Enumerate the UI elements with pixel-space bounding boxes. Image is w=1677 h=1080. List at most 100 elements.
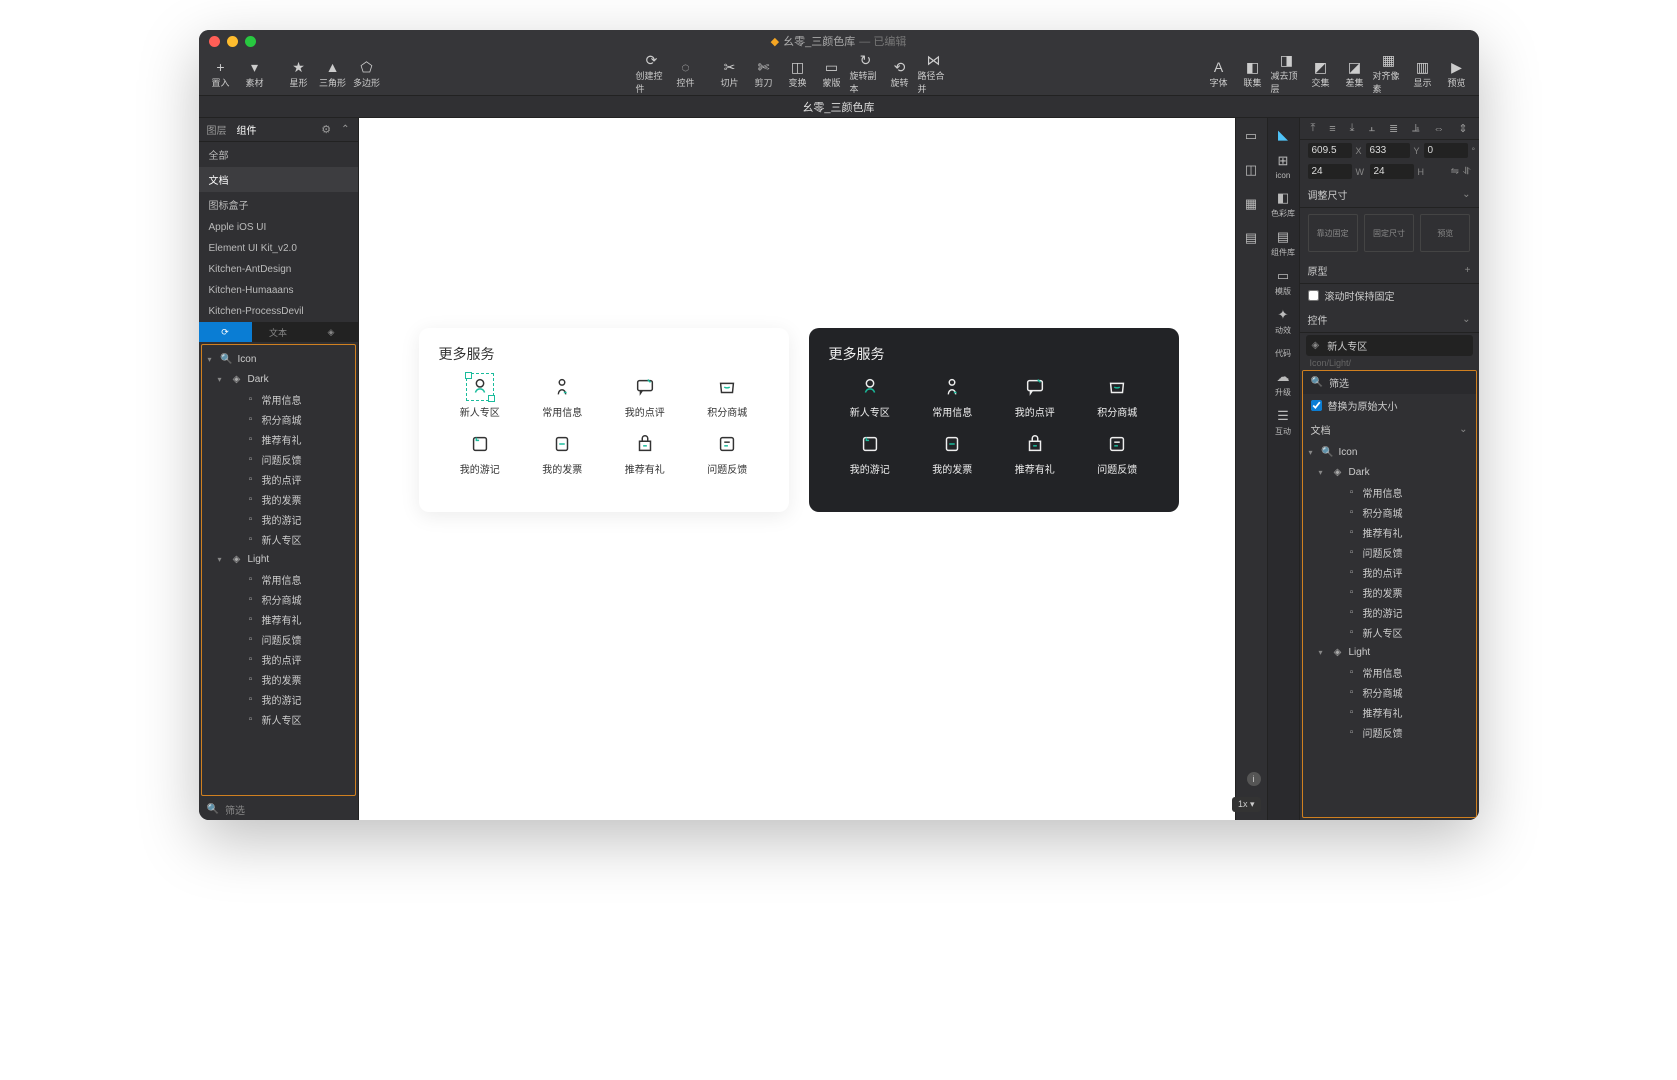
tree-row[interactable]: ▫问题反馈 (202, 629, 355, 649)
x-input[interactable] (1308, 143, 1352, 158)
service-新人专区[interactable]: 新人专区 (829, 376, 912, 419)
zoom-indicator[interactable]: 1x ▾ (1232, 797, 1261, 812)
doc-section[interactable]: 文档 ⌄ (1303, 417, 1476, 442)
service-常用信息[interactable]: 常用信息 (521, 376, 604, 419)
lib-item[interactable]: Element UI Kit_v2.0 (199, 238, 358, 259)
tree-row[interactable]: ▫新人专区 (202, 529, 355, 549)
service-积分商城[interactable]: 积分商城 (686, 376, 769, 419)
info-badge[interactable]: i (1247, 772, 1261, 786)
y-input[interactable] (1366, 143, 1410, 158)
distribute-v-icon[interactable]: ⇕ (1458, 122, 1467, 135)
toolbar-三角形[interactable]: ▲三角形 (317, 55, 349, 93)
toolbar-蒙版[interactable]: ▭蒙版 (816, 55, 848, 93)
service-我的点评[interactable]: 我的点评 (604, 376, 687, 419)
traffic-lights[interactable] (209, 36, 256, 47)
scroll-fix-checkbox[interactable] (1308, 290, 1319, 301)
toolbar-对齐像素[interactable]: ▦对齐像素 (1373, 55, 1405, 93)
h-input[interactable] (1370, 164, 1414, 179)
service-我的点评[interactable]: 我的点评 (994, 376, 1077, 419)
tree-row[interactable]: ▫我的点评 (202, 469, 355, 489)
plus-icon[interactable]: + (1465, 265, 1471, 276)
service-问题反馈[interactable]: 问题反馈 (686, 433, 769, 476)
service-新人专区[interactable]: 新人专区 (439, 376, 522, 419)
tree-row[interactable]: ▫积分商城 (202, 409, 355, 429)
tree-row[interactable]: ▫常用信息 (1303, 662, 1476, 682)
service-推荐有礼[interactable]: 推荐有礼 (994, 433, 1077, 476)
lib-item[interactable]: 全部 (199, 142, 358, 167)
service-常用信息[interactable]: 常用信息 (911, 376, 994, 419)
toolbar-置入[interactable]: +置入 (205, 55, 237, 93)
replace-orig-checkbox[interactable] (1311, 400, 1322, 411)
comp-色彩库[interactable]: ◧色彩库 (1269, 187, 1297, 222)
search-icon[interactable]: 🔍 (207, 804, 219, 815)
tree-row[interactable]: ▫我的游记 (202, 509, 355, 529)
tree-row[interactable]: ▾◈Light (202, 549, 355, 569)
toolbar-旋转副本[interactable]: ↻旋转副本 (850, 55, 882, 93)
toolbar-剪刀[interactable]: ✄剪刀 (748, 55, 780, 93)
service-我的游记[interactable]: 我的游记 (439, 433, 522, 476)
tree-row[interactable]: ▫新人专区 (202, 709, 355, 729)
tree-row[interactable]: ▫我的游记 (202, 689, 355, 709)
r-input[interactable] (1424, 143, 1468, 158)
gear-icon[interactable]: ⚙ (321, 123, 331, 136)
toolbar-旋转[interactable]: ⟲旋转 (884, 55, 916, 93)
align-right-icon[interactable]: ⤓ (1350, 122, 1355, 135)
tree-row[interactable]: ▾◈Dark (202, 369, 355, 389)
service-我的游记[interactable]: 我的游记 (829, 433, 912, 476)
tree-row[interactable]: ▫我的发票 (202, 489, 355, 509)
comp-组件库[interactable]: ▤组件库 (1269, 226, 1297, 261)
lib-item[interactable]: 图标盒子 (199, 192, 358, 217)
align-bottom-icon[interactable]: ⫡ (1412, 122, 1419, 135)
tree-row[interactable]: ▫推荐有礼 (202, 429, 355, 449)
mode-symbol[interactable]: ◈ (305, 322, 358, 342)
lib-item[interactable]: 文档 (199, 167, 358, 192)
tree-row[interactable]: ▫常用信息 (1303, 482, 1476, 502)
tree-row[interactable]: ▫问题反馈 (1303, 722, 1476, 742)
toolbar-差集[interactable]: ◪差集 (1339, 55, 1371, 93)
strip-btn-2[interactable]: ◫ (1239, 158, 1263, 182)
strip-btn-3[interactable]: ▦ (1239, 192, 1263, 216)
tree-row[interactable]: ▫问题反馈 (202, 449, 355, 469)
control-section[interactable]: 控件 ⌄ (1300, 307, 1479, 333)
toolbar-交集[interactable]: ◩交集 (1305, 55, 1337, 93)
toolbar-变换[interactable]: ◫变换 (782, 55, 814, 93)
service-我的发票[interactable]: 我的发票 (911, 433, 994, 476)
toolbar-预览[interactable]: ▶预览 (1441, 55, 1473, 93)
toolbar-创建控件[interactable]: ⟳创建控件 (636, 55, 668, 93)
tree-row[interactable]: ▫常用信息 (202, 569, 355, 589)
pin-preview[interactable]: 预览 (1420, 214, 1470, 252)
tree-row[interactable]: ▫新人专区 (1303, 622, 1476, 642)
resize-section[interactable]: 调整尺寸 ⌄ (1300, 182, 1479, 208)
selected-control[interactable]: ◈ 新人专区 (1306, 335, 1473, 356)
prototype-section[interactable]: 原型 + (1300, 258, 1479, 284)
toolbar-星形[interactable]: ★星形 (283, 55, 315, 93)
service-推荐有礼[interactable]: 推荐有礼 (604, 433, 687, 476)
lib-item[interactable]: Kitchen-Humaaans (199, 280, 358, 301)
tree-row[interactable]: ▫我的点评 (202, 649, 355, 669)
toolbar-控件[interactable]: ◌控件 (670, 55, 702, 93)
toolbar-切片[interactable]: ✂切片 (714, 55, 746, 93)
toolbar-素材[interactable]: ▾素材 (239, 55, 271, 93)
tree-row[interactable]: ▫积分商城 (202, 589, 355, 609)
filter-label[interactable]: 筛选 (225, 802, 245, 817)
toolbar-字体[interactable]: A字体 (1203, 55, 1235, 93)
tree-row[interactable]: ▫推荐有礼 (1303, 522, 1476, 542)
flip-h-icon[interactable]: ⇋ (1451, 166, 1459, 177)
flip-v-icon[interactable]: ⥯ (1463, 166, 1470, 177)
lib-item[interactable]: Kitchen-AntDesign (199, 259, 358, 280)
service-积分商城[interactable]: 积分商城 (1076, 376, 1159, 419)
strip-btn-1[interactable]: ▭ (1239, 124, 1263, 148)
comp-icon[interactable]: ⊞icon (1269, 150, 1297, 183)
tree-row[interactable]: ▫我的点评 (1303, 562, 1476, 582)
scroll-fix-row[interactable]: 滚动时保持固定 (1300, 284, 1479, 307)
align-left-icon[interactable]: ⤒ (1310, 122, 1315, 135)
tree-row[interactable]: ▫积分商城 (1303, 682, 1476, 702)
minimize-icon[interactable] (227, 36, 238, 47)
service-我的发票[interactable]: 我的发票 (521, 433, 604, 476)
toolbar-路径合并[interactable]: ⋈路径合并 (918, 55, 950, 93)
toolbar-联集[interactable]: ◧联集 (1237, 55, 1269, 93)
pin-fixed[interactable]: 固定尺寸 (1364, 214, 1414, 252)
tab-layers[interactable]: 图层 (207, 122, 227, 137)
strip-btn-4[interactable]: ▤ (1239, 226, 1263, 250)
canvas[interactable]: 更多服务 新人专区常用信息我的点评积分商城我的游记我的发票推荐有礼问题反馈 更多… (359, 118, 1235, 820)
